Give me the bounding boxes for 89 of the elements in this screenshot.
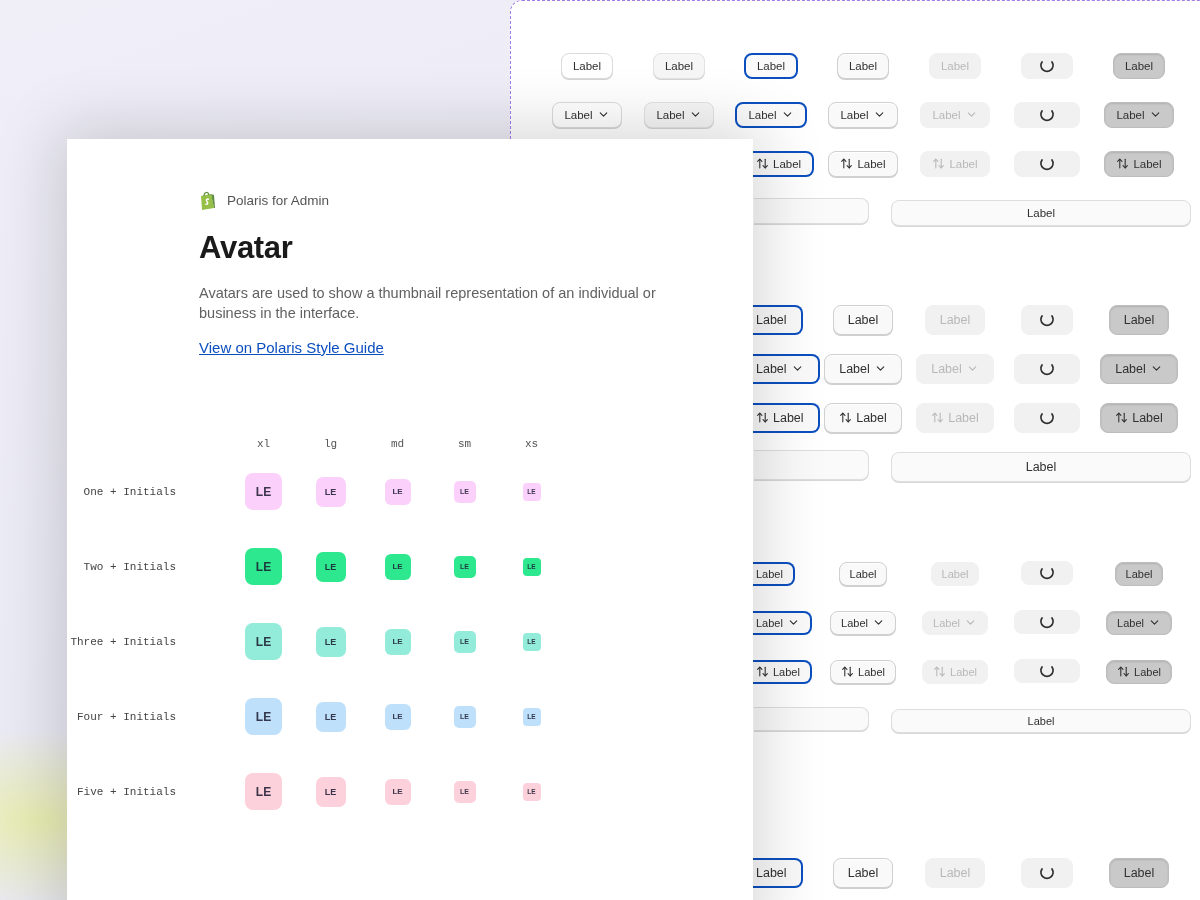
row-label: Four + Initials — [76, 710, 176, 723]
size-heading: xs — [524, 437, 539, 452]
sort-arrows-icon — [756, 157, 769, 170]
label-button[interactable]: Label — [1112, 52, 1166, 79]
avatar: LE — [245, 623, 282, 660]
sort-arrows-icon — [931, 411, 945, 424]
row-label: One + Initials — [83, 485, 176, 498]
size-heading: xl — [256, 437, 271, 452]
loading-button[interactable] — [1021, 304, 1073, 335]
label-button[interactable]: Label — [560, 52, 614, 79]
label-button[interactable]: Label — [832, 304, 894, 335]
label-button[interactable]: Label — [1100, 353, 1178, 384]
label-button[interactable]: Label — [828, 150, 898, 177]
page-title: Avatar — [199, 230, 294, 266]
avatar: LE — [384, 478, 411, 505]
label-button[interactable]: Label — [1114, 561, 1164, 586]
sort-arrows-icon — [840, 157, 854, 170]
loading-button[interactable] — [1021, 561, 1073, 585]
avatar: LE — [384, 628, 411, 655]
label-button[interactable]: Label — [753, 561, 795, 586]
loading-button[interactable] — [1014, 101, 1080, 128]
avatar: LE — [384, 778, 411, 805]
label-button[interactable]: Label — [753, 150, 815, 177]
sort-arrows-icon — [839, 411, 853, 424]
size-heading: md — [390, 437, 405, 452]
sort-arrows-icon — [933, 665, 947, 678]
avatar: LE — [315, 776, 346, 807]
label-button[interactable]: Label — [753, 353, 820, 384]
loading-button[interactable] — [1021, 52, 1073, 79]
avatar: LE — [384, 703, 411, 730]
loading-button[interactable] — [1014, 150, 1080, 177]
wide-button[interactable]: Label — [891, 708, 1191, 733]
label-button[interactable]: Label — [1104, 101, 1174, 128]
label-button[interactable]: Label — [753, 659, 812, 684]
avatar: LE — [384, 553, 411, 580]
label-button[interactable]: Label — [753, 857, 803, 888]
avatar: LE — [245, 698, 282, 735]
label-button[interactable]: Label — [1108, 304, 1170, 335]
shopping-bag-icon — [199, 190, 216, 210]
row-label: Two + Initials — [83, 560, 176, 573]
style-guide-link[interactable]: View on Polaris Style Guide — [199, 339, 384, 356]
label-button[interactable]: Label — [753, 402, 820, 433]
label-button[interactable]: Label — [1100, 402, 1178, 433]
label-button[interactable]: Label — [1106, 659, 1172, 684]
loading-button[interactable] — [1021, 857, 1073, 888]
label-button[interactable]: Label — [743, 52, 799, 79]
label-button[interactable]: Label — [644, 101, 714, 128]
sort-arrows-icon — [1115, 411, 1129, 424]
sort-arrows-icon — [756, 665, 769, 678]
description: Avatars are used to show a thumbnail representation of an individual or business in the interface. — [199, 284, 657, 323]
avatar: LE — [315, 551, 346, 582]
sort-arrows-icon — [841, 665, 855, 678]
avatar: LE — [315, 476, 346, 507]
loading-button[interactable] — [1014, 610, 1080, 634]
loading-button[interactable] — [1014, 353, 1080, 384]
row-label: Three + Initials — [70, 635, 176, 648]
label-button[interactable]: Label — [753, 304, 803, 335]
label-button[interactable]: Label — [1108, 857, 1170, 888]
label-button[interactable]: Label — [1106, 610, 1172, 635]
sort-arrows-icon — [1117, 665, 1131, 678]
avatar: LE — [245, 473, 282, 510]
avatar: LE — [245, 773, 282, 810]
avatar: LE — [315, 626, 346, 657]
label-button[interactable]: Label — [830, 610, 896, 635]
size-heading: sm — [457, 437, 472, 452]
wide-button[interactable]: Label — [891, 199, 1191, 226]
label-button[interactable]: Label — [1104, 150, 1174, 177]
label-button[interactable]: Label — [830, 659, 896, 684]
avatar: LE — [315, 701, 346, 732]
label-button[interactable]: Label — [832, 857, 894, 888]
label-button[interactable]: Label — [828, 101, 898, 128]
label-button[interactable]: Label — [824, 402, 902, 433]
label-button[interactable]: Label — [753, 610, 812, 635]
row-label: Five + Initials — [76, 785, 176, 798]
brand-name: Polaris for Admin — [227, 192, 330, 208]
loading-button[interactable] — [1014, 402, 1080, 433]
avatar: LE — [245, 548, 282, 585]
label-button[interactable]: Label — [838, 561, 888, 586]
loading-button[interactable] — [1014, 659, 1080, 683]
sort-arrows-icon — [756, 411, 769, 424]
wide-button[interactable]: Label — [891, 451, 1191, 482]
label-button[interactable]: Label — [552, 101, 622, 128]
label-button[interactable]: Label — [836, 52, 890, 79]
label-button[interactable]: Label — [652, 52, 706, 79]
sort-arrows-icon — [1116, 157, 1130, 170]
sort-arrows-icon — [932, 157, 946, 170]
size-heading: lg — [323, 437, 338, 452]
label-button[interactable]: Label — [735, 101, 807, 128]
label-button[interactable]: Label — [824, 353, 902, 384]
